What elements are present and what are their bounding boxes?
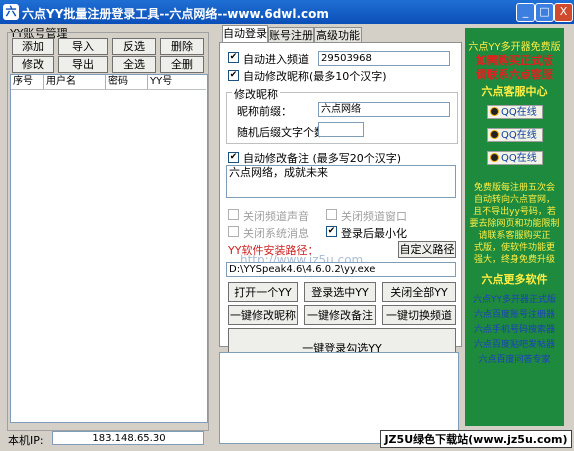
window-title: 六点YY批量注册登录工具--六点网络--www.6dwl.com <box>22 7 329 21</box>
header-divider <box>11 89 206 90</box>
auto-enter-label: 自动进入频道 <box>243 53 309 66</box>
ad-line-2: 请联系六点客服 <box>476 68 553 81</box>
auto-enter-checkbox[interactable]: ✔ <box>228 52 239 63</box>
auto-note-checkbox[interactable]: ✔ <box>228 152 239 163</box>
nick-group-title: 修改昵称 <box>232 86 280 102</box>
minimize-button[interactable]: _ <box>516 3 535 22</box>
column-header-index[interactable]: 序号 <box>11 75 44 89</box>
tab-advanced[interactable]: 高级功能 <box>314 27 362 43</box>
switch-channel-button[interactable]: 一键切换频道 <box>382 305 456 325</box>
auto-note-label: 自动修改备注 (最多写20个汉字) <box>243 152 402 165</box>
close-button[interactable]: X <box>554 3 573 22</box>
app-icon: 六 <box>3 4 19 20</box>
edit-note-button[interactable]: 一键修改备注 <box>304 305 376 325</box>
qq-label: QQ在线 <box>501 130 537 141</box>
close-window-label: 关闭频道窗口 <box>341 210 407 223</box>
channel-input[interactable]: 29503968 <box>318 51 450 66</box>
select-all-button[interactable]: 全选 <box>112 56 156 73</box>
penguin-icon <box>490 107 499 116</box>
qq-online-button-2[interactable]: QQ在线 <box>487 128 543 142</box>
close-all-button[interactable]: 关闭全部YY <box>382 282 456 302</box>
qq-online-button-3[interactable]: QQ在线 <box>487 151 543 165</box>
more-software-link-5[interactable]: 六点百度问答专家 <box>465 352 564 365</box>
more-software-title: 六点更多软件 <box>481 273 548 286</box>
delete-button[interactable]: 删除 <box>160 38 204 55</box>
tab-account-register[interactable]: 账号注册 <box>268 27 314 43</box>
column-header-yy[interactable]: YY号 <box>148 75 205 89</box>
maximize-button[interactable]: □ <box>535 3 554 22</box>
local-ip-label: 本机IP: <box>8 434 44 447</box>
title-bar: 六 六点YY批量注册登录工具--六点网络--www.6dwl.com _ □ X <box>0 0 574 24</box>
penguin-icon <box>490 153 499 162</box>
penguin-icon <box>490 130 499 139</box>
close-sound-label: 关闭频道声音 <box>243 210 309 223</box>
random-suffix-input[interactable] <box>318 122 364 137</box>
promo-line-7: 强大，终身免费升级 <box>473 255 555 265</box>
close-sysmsg-checkbox[interactable] <box>228 226 239 237</box>
minimize-after-login-label: 登录后最小化 <box>341 227 407 240</box>
ad-title: 六点YY多开器免费版 <box>468 42 561 53</box>
nick-prefix-label: 昵称前缀： <box>237 105 292 118</box>
minimize-after-login-checkbox[interactable]: ✔ <box>326 226 337 237</box>
edit-nick-button[interactable]: 一键修改昵称 <box>228 305 298 325</box>
export-button[interactable]: 导出 <box>58 56 108 73</box>
qq-online-button-1[interactable]: QQ在线 <box>487 105 543 119</box>
column-header-username[interactable]: 用户名 <box>44 75 106 89</box>
add-button[interactable]: 添加 <box>12 38 54 55</box>
service-center-title: 六点客服中心 <box>481 85 548 98</box>
custom-path-button[interactable]: 自定义路径 <box>398 241 456 258</box>
column-header-password[interactable]: 密码 <box>106 75 148 89</box>
delete-all-button[interactable]: 全删 <box>160 56 204 73</box>
edit-button[interactable]: 修改 <box>12 56 54 73</box>
nick-prefix-input[interactable]: 六点网络 <box>318 102 450 117</box>
auto-nick-label: 自动修改昵称(最多10个汉字) <box>243 70 387 83</box>
more-software-link-1[interactable]: 六点YY多开器正式版 <box>465 292 564 305</box>
close-sysmsg-label: 关闭系统消息 <box>243 227 309 240</box>
more-software-link-4[interactable]: 六点百度贴吧发帖器 <box>465 337 564 350</box>
login-selected-button[interactable]: 登录选中YY <box>304 282 376 302</box>
ad-panel: 六点YY多开器免费版 如需购买正式版 请联系六点客服 六点客服中心 QQ在线 Q… <box>465 28 564 426</box>
qq-label: QQ在线 <box>501 153 537 164</box>
account-list[interactable] <box>10 74 208 423</box>
watermark-banner: JZ5U绿色下载站(www.jz5u.com) <box>380 430 572 448</box>
auto-nick-checkbox[interactable]: ✔ <box>228 70 239 81</box>
open-yy-button[interactable]: 打开一个YY <box>228 282 298 302</box>
import-button[interactable]: 导入 <box>58 38 108 55</box>
invert-select-button[interactable]: 反选 <box>112 38 156 55</box>
path-input[interactable]: D:\YYSpeak4.6\4.6.0.2\yy.exe <box>226 262 456 277</box>
close-window-checkbox[interactable] <box>326 209 337 220</box>
close-sound-checkbox[interactable] <box>228 209 239 220</box>
more-software-link-2[interactable]: 六点百度账号注册器 <box>465 307 564 320</box>
tab-auto-login[interactable]: 自动登录 <box>222 25 268 43</box>
qq-label: QQ在线 <box>501 107 537 118</box>
local-ip-value: 183.148.65.30 <box>52 431 204 445</box>
note-textarea[interactable]: 六点网络，成就未来 <box>226 165 456 198</box>
more-software-link-3[interactable]: 六点手机号码搜索器 <box>465 322 564 335</box>
